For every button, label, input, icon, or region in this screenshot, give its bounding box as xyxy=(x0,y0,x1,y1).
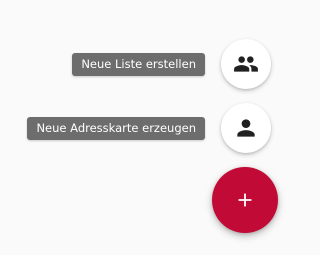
main-add-button[interactable] xyxy=(212,167,278,233)
group-icon xyxy=(234,56,258,72)
speed-dial-action-new-list[interactable]: Neue Liste erstellen xyxy=(72,39,271,89)
new-list-label[interactable]: Neue Liste erstellen xyxy=(72,52,205,76)
person-icon xyxy=(237,119,255,137)
speed-dial-container: Neue Liste erstellen Neue Adresskarte er… xyxy=(0,0,315,255)
new-card-button[interactable] xyxy=(221,103,271,153)
new-list-button[interactable] xyxy=(221,39,271,89)
new-card-label[interactable]: Neue Adresskarte erzeugen xyxy=(27,116,205,140)
plus-icon xyxy=(238,193,252,207)
speed-dial-action-new-card[interactable]: Neue Adresskarte erzeugen xyxy=(27,103,271,153)
